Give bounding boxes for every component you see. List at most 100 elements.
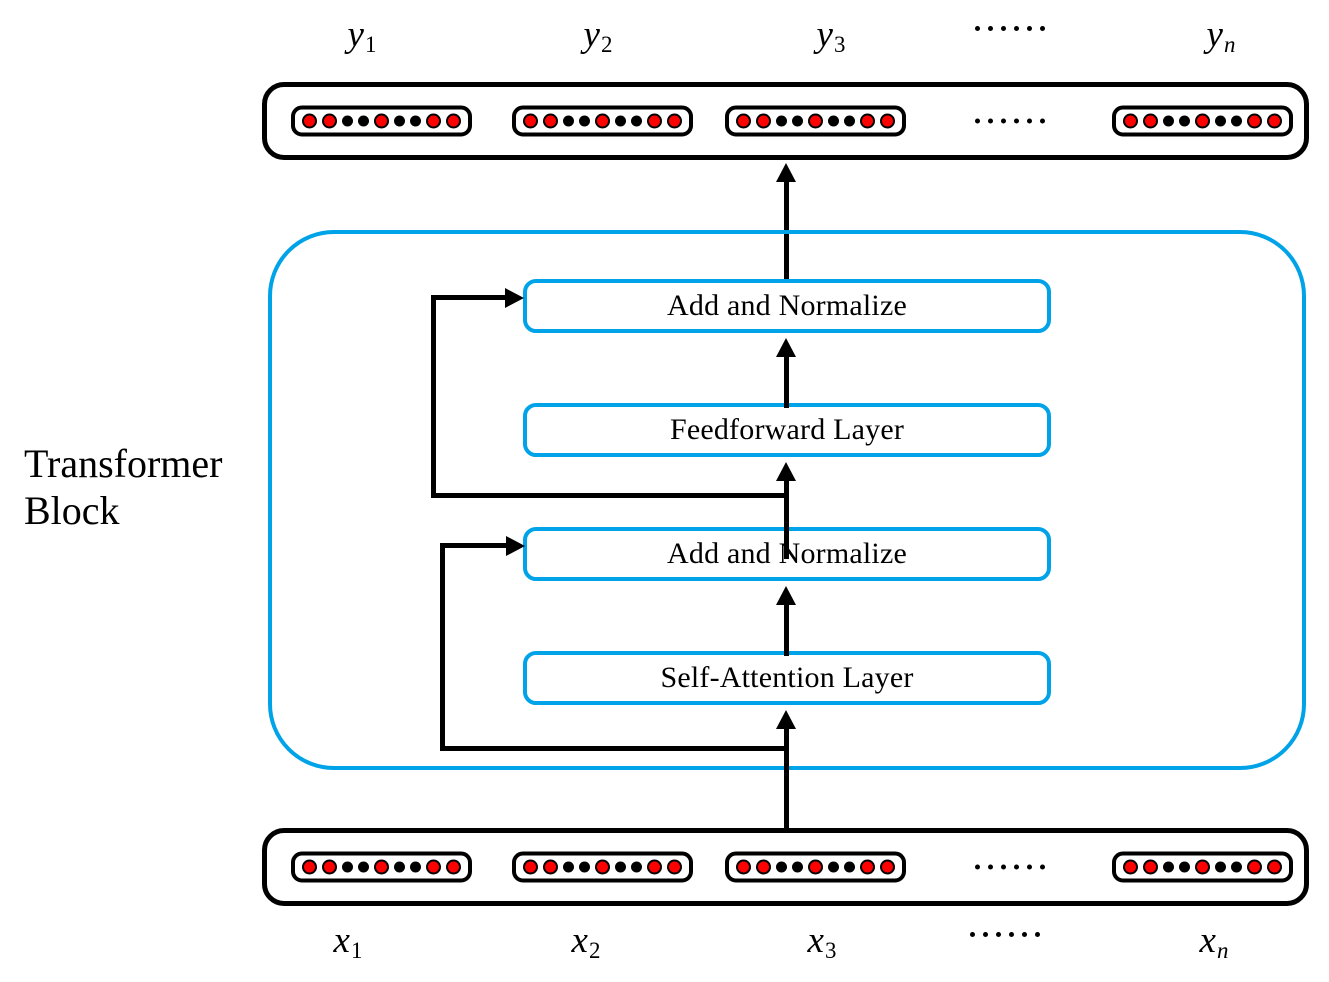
- output-label-y3: y3: [817, 16, 846, 57]
- vector-dot-inactive: [394, 861, 405, 873]
- vector-dot-inactive: [828, 861, 839, 873]
- vector-dot-inactive: [394, 115, 405, 127]
- vector-dot-active: [647, 113, 662, 129]
- input-label-x2-base: x: [571, 920, 588, 961]
- output-slot-1: [291, 105, 472, 137]
- output-label-y3-sub: 3: [833, 32, 846, 58]
- input-label-x3-sub: 3: [824, 938, 837, 964]
- input-label-x1: x1: [334, 922, 363, 963]
- output-vector-1: [291, 105, 472, 137]
- output-label-y3-base: y: [816, 14, 833, 55]
- vector-dot-active: [543, 859, 558, 875]
- vector-dot-active: [1195, 113, 1210, 129]
- vector-dot-inactive: [410, 115, 421, 127]
- layer-feedforward[interactable]: Feedforward Layer: [523, 403, 1051, 457]
- vector-dot-active: [667, 859, 682, 875]
- vector-dot-inactive: [631, 115, 642, 127]
- vector-dot-active: [426, 113, 441, 129]
- arrow-ff-to-addnorm2-head: [776, 338, 796, 357]
- input-slot-1: [291, 851, 472, 883]
- vector-dot-active: [860, 113, 875, 129]
- vector-dot-active: [374, 859, 389, 875]
- output-label-ellipsis-dots: [975, 26, 1045, 31]
- output-slot-3: [725, 105, 906, 137]
- vector-dot-inactive: [342, 115, 353, 127]
- vector-dot-active: [736, 113, 751, 129]
- output-embeddings-row: [262, 82, 1309, 160]
- vector-dot-inactive: [1231, 861, 1242, 873]
- vector-dot-inactive: [1179, 115, 1190, 127]
- input-row-ellipsis: [975, 864, 1045, 870]
- vector-dot-active: [756, 113, 771, 129]
- vector-dot-active: [808, 113, 823, 129]
- vector-dot-active: [523, 859, 538, 875]
- vector-dot-inactive: [1163, 861, 1174, 873]
- input-label-xn-base: x: [1199, 920, 1216, 961]
- residual-skip-2-vertical: [431, 295, 436, 498]
- output-vector-slots: [267, 87, 1304, 155]
- output-label-y2-base: y: [583, 14, 600, 55]
- layer-add-and-normalize-2[interactable]: Add and Normalize: [523, 279, 1051, 333]
- residual-skip-1-bottom: [440, 746, 787, 751]
- vector-dot-active: [595, 113, 610, 129]
- output-vector-3: [725, 105, 906, 137]
- vector-dot-active: [756, 859, 771, 875]
- vector-dot-inactive: [342, 861, 353, 873]
- arrow-ff-to-addnorm2-line: [784, 350, 789, 408]
- input-slot-3: [725, 851, 906, 883]
- vector-dot-active: [1267, 113, 1282, 129]
- vector-dot-inactive: [792, 115, 803, 127]
- vector-dot-inactive: [579, 115, 590, 127]
- vector-dot-inactive: [358, 115, 369, 127]
- input-slot-n: [1112, 851, 1293, 883]
- transformer-block-diagram: y1 y2 y3 yn Transformer Block Add and No…: [0, 0, 1329, 982]
- input-label-ellipsis-dots: [970, 932, 1040, 937]
- vector-dot-inactive: [579, 861, 590, 873]
- vector-dot-active: [667, 113, 682, 129]
- transformer-block-caption-line1: Transformer: [24, 441, 223, 486]
- output-label-yn: yn: [1207, 16, 1236, 57]
- vector-dot-inactive: [1215, 115, 1226, 127]
- layer-self-attention[interactable]: Self-Attention Layer: [523, 651, 1051, 705]
- vector-dot-inactive: [1231, 115, 1242, 127]
- vector-dot-inactive: [844, 861, 855, 873]
- arrow-addnorm2-to-output-head: [776, 163, 796, 182]
- vector-dot-active: [1123, 113, 1138, 129]
- output-label-y2: y2: [584, 16, 613, 57]
- input-vector-slots: [267, 833, 1304, 901]
- transformer-block-caption: Transformer Block: [24, 440, 254, 534]
- input-label-x2: x2: [572, 922, 601, 963]
- vector-dot-inactive: [828, 115, 839, 127]
- vector-dot-inactive: [1163, 115, 1174, 127]
- vector-dot-inactive: [358, 861, 369, 873]
- layer-add-and-normalize-2-label: Add and Normalize: [667, 289, 907, 322]
- input-label-x1-base: x: [333, 920, 350, 961]
- vector-dot-active: [446, 859, 461, 875]
- output-row-ellipsis: [975, 118, 1045, 124]
- vector-dot-active: [595, 859, 610, 875]
- vector-dot-inactive: [1179, 861, 1190, 873]
- vector-dot-active: [1143, 113, 1158, 129]
- vector-dot-active: [736, 859, 751, 875]
- residual-skip-2-head: [505, 288, 524, 308]
- vector-dot-active: [322, 859, 337, 875]
- vector-dot-active: [1123, 859, 1138, 875]
- arrow-addnorm1-to-ff-stem: [784, 474, 789, 510]
- arrow-input-to-selfattn-line: [784, 726, 789, 830]
- input-slot-2: [512, 851, 693, 883]
- residual-skip-2-bottom: [431, 493, 786, 498]
- vector-dot-active: [426, 859, 441, 875]
- arrow-selfattn-to-addnorm1-head: [776, 586, 796, 605]
- transformer-block-caption-line2: Block: [24, 488, 120, 534]
- input-embeddings-row: [262, 828, 1309, 906]
- input-label-x2-sub: 2: [588, 938, 601, 964]
- vector-dot-inactive: [563, 115, 574, 127]
- output-label-ellipsis: [975, 26, 1045, 31]
- output-label-y1-sub: 1: [364, 32, 377, 58]
- vector-dot-active: [1247, 113, 1262, 129]
- vector-dot-active: [647, 859, 662, 875]
- vector-dot-active: [322, 113, 337, 129]
- arrow-input-to-selfattn-head: [776, 710, 796, 729]
- vector-dot-active: [880, 113, 895, 129]
- vector-dot-active: [1143, 859, 1158, 875]
